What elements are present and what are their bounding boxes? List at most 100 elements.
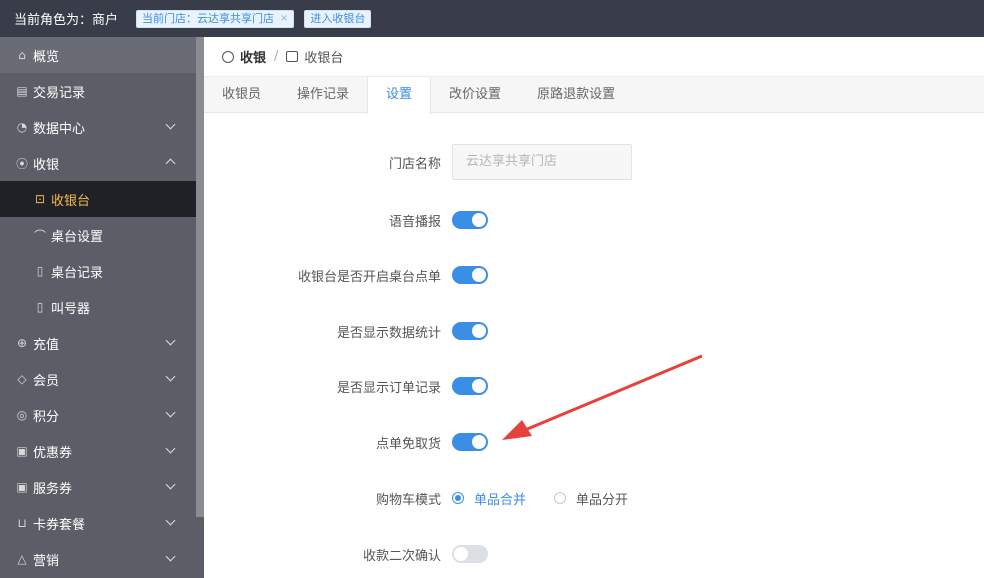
sidebar-item-label: 概览 <box>33 49 60 65</box>
breadcrumb-separator: / <box>274 49 279 64</box>
breadcrumb-current: 收银台 <box>304 51 344 66</box>
show-orders-toggle[interactable] <box>452 377 488 395</box>
no-pickup-label: 点单免取货 <box>375 436 441 452</box>
sidebar-item-label: 数据中心 <box>33 121 86 137</box>
breadcrumb-root[interactable]: 收银 <box>240 47 266 66</box>
sidebar-item-label: 充值 <box>33 337 60 353</box>
sidebar-item-transactions[interactable]: ▤ 交易记录 <box>0 73 196 109</box>
sidebar-item-service-coupons[interactable]: ▣ 服务券 <box>0 469 196 505</box>
cart-split-radio[interactable]: 单品分开 <box>554 489 628 508</box>
sidebar-item-caller[interactable]: ▯ 叫号器 <box>0 289 196 325</box>
table-icon: ⌒ <box>33 228 46 243</box>
sidebar-item-points[interactable]: ◎ 积分 <box>0 397 196 433</box>
table-order-label: 收银台是否开启桌台点单 <box>297 269 441 285</box>
sidebar-item-marketing[interactable]: △ 营销 <box>0 541 196 577</box>
top-bar: 当前角色为：商户 当前门店：云达享共享门店 × 进入收银台 <box>0 0 984 37</box>
confirm-label: 收款二次确认 <box>362 548 441 564</box>
no-pickup-row: 点单免取货 <box>204 424 984 460</box>
store-name-label: 门店名称 <box>388 156 441 172</box>
enter-cashier-button[interactable]: 进入收银台 <box>304 9 372 28</box>
chevron-up-icon <box>165 158 176 169</box>
yuan-circle-icon <box>222 50 234 63</box>
current-store-tag[interactable]: 当前门店：云达享共享门店 × <box>136 9 295 28</box>
marketing-icon: △ <box>17 552 27 566</box>
show-orders-row: 是否显示订单记录 <box>204 368 984 404</box>
ticket-icon: ▣ <box>16 444 28 458</box>
sidebar-item-label: 会员 <box>33 373 60 389</box>
sidebar-item-label: 交易记录 <box>33 85 86 101</box>
sidebar-item-cashier-desk[interactable]: ⊡ 收银台 <box>0 181 196 217</box>
tab-price-change-settings[interactable]: 改价设置 <box>431 77 519 112</box>
cart-split-label: 单品分开 <box>576 492 629 508</box>
sidebar-item-overview[interactable]: ⌂ 概览 <box>0 37 196 73</box>
coins-icon: ◎ <box>16 408 28 422</box>
chevron-down-icon <box>165 551 176 562</box>
no-pickup-toggle[interactable] <box>452 433 488 451</box>
sidebar-item-card-packages[interactable]: ⊔ 卡券套餐 <box>0 505 196 541</box>
cashier-icon <box>286 51 299 62</box>
sidebar-item-label: 桌台记录 <box>51 265 104 281</box>
sidebar: ⌂ 概览 ▤ 交易记录 ◔ 数据中心 ⦿ 收银 ⊡ 收银台 ⌒ 桌台设置 ▯ 桌… <box>0 37 204 578</box>
recharge-icon: ⊕ <box>16 336 28 350</box>
chevron-down-icon <box>165 479 176 490</box>
breadcrumb: 收银 / 收银台 <box>204 37 984 77</box>
tab-bar: 收银员 操作记录 设置 改价设置 原路退款设置 <box>204 77 984 114</box>
diamond-icon: ◇ <box>17 372 27 386</box>
store-name-row: 门店名称 云达享共享门店 <box>204 144 984 180</box>
chevron-down-icon <box>165 371 176 382</box>
tab-cashiers[interactable]: 收银员 <box>204 77 279 112</box>
chevron-down-icon <box>165 443 176 454</box>
voice-toggle[interactable] <box>452 211 488 229</box>
chevron-down-icon <box>165 119 176 130</box>
sidebar-scrollbar[interactable] <box>196 37 204 517</box>
table-order-toggle[interactable] <box>452 266 488 284</box>
current-store-label: 当前门店：云达享共享门店 <box>142 11 275 25</box>
main-content: 收银 / 收银台 收银员 操作记录 设置 改价设置 原路退款设置 门店名称 云达… <box>204 37 984 578</box>
sidebar-item-table-settings[interactable]: ⌒ 桌台设置 <box>0 217 196 253</box>
tab-settings[interactable]: 设置 <box>367 77 432 114</box>
document-icon: ▯ <box>36 300 44 314</box>
sidebar-item-recharge[interactable]: ⊕ 充值 <box>0 325 196 361</box>
cart-merge-radio[interactable]: 单品合并 <box>452 489 526 508</box>
sidebar-item-coupons[interactable]: ▣ 优惠券 <box>0 433 196 469</box>
confirm-row: 收款二次确认 <box>204 536 984 572</box>
chevron-down-icon <box>165 407 176 418</box>
show-stats-toggle[interactable] <box>452 322 488 340</box>
show-orders-label: 是否显示订单记录 <box>336 380 441 396</box>
chevron-down-icon <box>165 515 176 526</box>
cart-mode-label: 购物车模式 <box>375 492 441 508</box>
pie-chart-icon: ◔ <box>16 120 28 134</box>
sidebar-item-members[interactable]: ◇ 会员 <box>0 361 196 397</box>
bag-icon: ⊔ <box>17 516 27 530</box>
sidebar-item-label: 收银 <box>33 157 60 173</box>
show-stats-label: 是否显示数据统计 <box>336 325 441 341</box>
sidebar-item-label: 积分 <box>33 409 60 425</box>
sidebar-item-label: 桌台设置 <box>51 229 104 245</box>
show-stats-row: 是否显示数据统计 <box>204 313 984 349</box>
cashier-icon: ⊡ <box>34 192 46 206</box>
tab-refund-settings[interactable]: 原路退款设置 <box>519 77 633 112</box>
ticket-icon: ▣ <box>16 480 28 494</box>
close-icon[interactable]: × <box>280 11 288 27</box>
sidebar-item-label: 卡券套餐 <box>33 517 86 533</box>
cart-mode-row: 购物车模式 单品合并 单品分开 <box>204 480 984 516</box>
voice-row: 语音播报 <box>204 202 984 238</box>
sidebar-item-label: 收银台 <box>51 193 91 209</box>
confirm-toggle[interactable] <box>452 545 488 563</box>
document-icon: ▯ <box>36 264 44 278</box>
sidebar-item-data-center[interactable]: ◔ 数据中心 <box>0 109 196 145</box>
sidebar-item-label: 叫号器 <box>51 301 91 317</box>
sidebar-item-table-records[interactable]: ▯ 桌台记录 <box>0 253 196 289</box>
home-icon: ⌂ <box>18 48 26 62</box>
table-order-row: 收银台是否开启桌台点单 <box>204 257 984 293</box>
receipt-icon: ▤ <box>16 84 28 98</box>
sidebar-item-label: 优惠券 <box>33 445 73 461</box>
sidebar-item-label: 营销 <box>33 553 60 569</box>
yuan-circle-icon: ⦿ <box>15 156 28 171</box>
current-role: 当前角色为：商户 <box>14 13 119 28</box>
tab-operation-log[interactable]: 操作记录 <box>279 77 367 112</box>
store-name-input[interactable]: 云达享共享门店 <box>452 144 632 180</box>
sidebar-item-cashier-group[interactable]: ⦿ 收银 <box>0 145 196 181</box>
sidebar-item-label: 服务券 <box>33 481 73 497</box>
voice-label: 语音播报 <box>388 214 441 230</box>
